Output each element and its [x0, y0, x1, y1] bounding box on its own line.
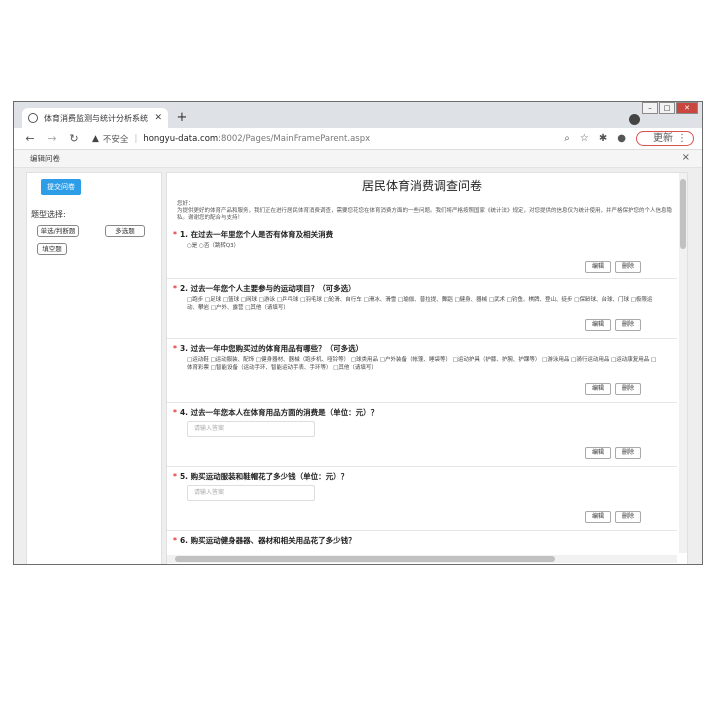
browser-tab[interactable]: 体育消费监测与统计分析系统 ✕ — [22, 108, 168, 128]
question-title: * 5. 购买运动服装和鞋帽花了多少钱（单位：元）？ — [173, 472, 349, 481]
new-tab-button[interactable]: + — [174, 110, 190, 126]
delete-button[interactable]: 删除 — [615, 319, 641, 331]
window-close-icon[interactable]: ✕ — [676, 102, 698, 114]
delete-button[interactable]: 删除 — [615, 511, 641, 523]
maximize-icon[interactable]: □ — [659, 102, 675, 114]
extensions-icon[interactable]: ✱ — [599, 133, 607, 144]
horizontal-scroll-thumb[interactable] — [175, 556, 555, 562]
question-title: * 3. 过去一年中您购买过的体育用品有哪些？（可多选） — [173, 344, 364, 353]
edit-button[interactable]: 编辑 — [585, 319, 611, 331]
security-label: 不安全 — [102, 134, 129, 145]
question-options: ○是 ○否（跳转Q3） — [187, 243, 240, 249]
question-item[interactable]: * 2. 过去一年您个人主要参与的运动项目？（可多选） □跑步 □足球 □篮球 □… — [167, 279, 677, 339]
question-options: □跑步 □足球 □篮球 □网球 □游泳 □乒乓球 □羽毛球 □轮滑、自行车 □滑… — [187, 297, 653, 311]
workspace: 提交问卷 题型选择: 单选/判断题 多选题 填空题 居民体育消费调查问卷 您好：… — [14, 168, 702, 564]
edit-button[interactable]: 编辑 — [585, 447, 611, 459]
question-title: * 1. 在过去一年里您个人是否有体育及相关消费 — [173, 230, 334, 239]
address-separator: | — [134, 133, 138, 144]
questionnaire-editor: 居民体育消费调查问卷 您好： 为提供更好的体育产品和服务，我们正在进行居民体育消… — [166, 172, 688, 564]
browser-toolbar: ← → ↻ ▲ 不安全 | hongyu-data.com:8002/Pages… — [14, 128, 702, 150]
delete-button[interactable]: 删除 — [615, 447, 641, 459]
url-path: :8002/Pages/MainFrameParent.aspx — [218, 133, 371, 144]
reload-icon[interactable]: ↻ — [66, 132, 82, 145]
question-type-label: 题型选择: — [31, 210, 66, 219]
question-item[interactable]: * 1. 在过去一年里您个人是否有体育及相关消费 ○是 ○否（跳转Q3） 编辑 删… — [167, 225, 677, 279]
vertical-scrollbar[interactable] — [679, 173, 687, 553]
header-title: 编辑问卷 — [30, 154, 60, 163]
vertical-scroll-thumb[interactable] — [680, 179, 686, 249]
edit-button[interactable]: 编辑 — [585, 383, 611, 395]
update-label: 更新 — [653, 133, 673, 144]
close-icon[interactable]: × — [682, 152, 690, 163]
question-actions: 编辑 删除 — [581, 319, 641, 331]
bookmark-star-icon[interactable]: ☆ — [580, 133, 589, 144]
edit-button[interactable]: 编辑 — [585, 511, 611, 523]
app-frame: 编辑问卷 × 提交问卷 题型选择: 单选/判断题 多选题 填空题 居民体育消费调… — [14, 150, 702, 564]
more-menu-icon: ⋮ — [677, 133, 687, 144]
fill-in-button[interactable]: 填空题 — [37, 243, 67, 255]
globe-icon — [28, 113, 38, 123]
delete-button[interactable]: 删除 — [615, 261, 641, 273]
question-title: * 4. 过去一年您本人在体育用品方面的消费是（单位：元）？ — [173, 408, 379, 417]
url-host: hongyu-data.com — [143, 133, 219, 144]
question-actions: 编辑 删除 — [581, 447, 641, 459]
answer-input[interactable]: 请输入答案 — [187, 485, 315, 501]
app-header: 编辑问卷 × — [14, 150, 702, 168]
single-choice-button[interactable]: 单选/判断题 — [37, 225, 79, 237]
delete-button[interactable]: 删除 — [615, 383, 641, 395]
question-item[interactable]: * 4. 过去一年您本人在体育用品方面的消费是（单位：元）？ 请输入答案 编辑 删… — [167, 403, 677, 467]
form-intro: 您好： 为提供更好的体育产品和服务，我们正在进行居民体育消费调查，需要您花您在体… — [177, 201, 673, 221]
minimize-icon[interactable]: – — [642, 102, 658, 114]
tab-close-icon[interactable]: ✕ — [154, 113, 162, 123]
question-item[interactable]: * 3. 过去一年中您购买过的体育用品有哪些？（可多选） □运动鞋 □运动服装、配… — [167, 339, 677, 403]
question-options: □运动鞋 □运动服装、配饰 □健身器材、器械（跑步机、哑铃等） □球类用品 □户… — [187, 357, 657, 371]
question-actions: 编辑 删除 — [581, 383, 641, 395]
browser-window: 体育消费监测与统计分析系统 ✕ + – □ ✕ ← → ↻ ▲ 不安全 | ho… — [13, 101, 703, 565]
question-actions: 编辑 删除 — [581, 261, 641, 273]
window-controls: – □ ✕ — [641, 102, 698, 114]
browser-menu-icon[interactable] — [629, 114, 640, 125]
warning-icon: ▲ — [92, 133, 99, 144]
zoom-icon[interactable]: ⌕ — [564, 133, 570, 144]
question-actions: 编辑 删除 — [581, 511, 641, 523]
profile-icon[interactable]: ● — [617, 133, 626, 144]
tab-strip: 体育消费监测与统计分析系统 ✕ + – □ ✕ — [14, 102, 702, 128]
back-icon[interactable]: ← — [22, 132, 38, 145]
question-type-panel: 提交问卷 题型选择: 单选/判断题 多选题 填空题 — [26, 172, 162, 564]
question-title: * 6. 购买运动健身器器、器材和相关用品花了多少钱？ — [173, 536, 356, 545]
submit-questionnaire-button[interactable]: 提交问卷 — [41, 179, 81, 195]
tab-title: 体育消费监测与统计分析系统 — [44, 113, 148, 123]
address-bar[interactable]: ▲ 不安全 | hongyu-data.com:8002/Pages/MainF… — [92, 130, 554, 147]
form-title: 居民体育消费调查问卷 — [361, 179, 482, 193]
answer-input[interactable]: 请输入答案 — [187, 421, 315, 437]
multiple-choice-button[interactable]: 多选题 — [105, 225, 145, 237]
toolbar-icons: ⌕ ☆ ✱ ● 更新 ⋮ — [554, 131, 694, 146]
horizontal-scrollbar[interactable] — [167, 555, 677, 563]
update-button[interactable]: 更新 ⋮ — [636, 131, 694, 146]
question-item[interactable]: * 5. 购买运动服装和鞋帽花了多少钱（单位：元）？ 请输入答案 编辑 删除 — [167, 467, 677, 531]
forward-icon[interactable]: → — [44, 132, 60, 145]
question-title: * 2. 过去一年您个人主要参与的运动项目？（可多选） — [173, 284, 356, 293]
edit-button[interactable]: 编辑 — [585, 261, 611, 273]
